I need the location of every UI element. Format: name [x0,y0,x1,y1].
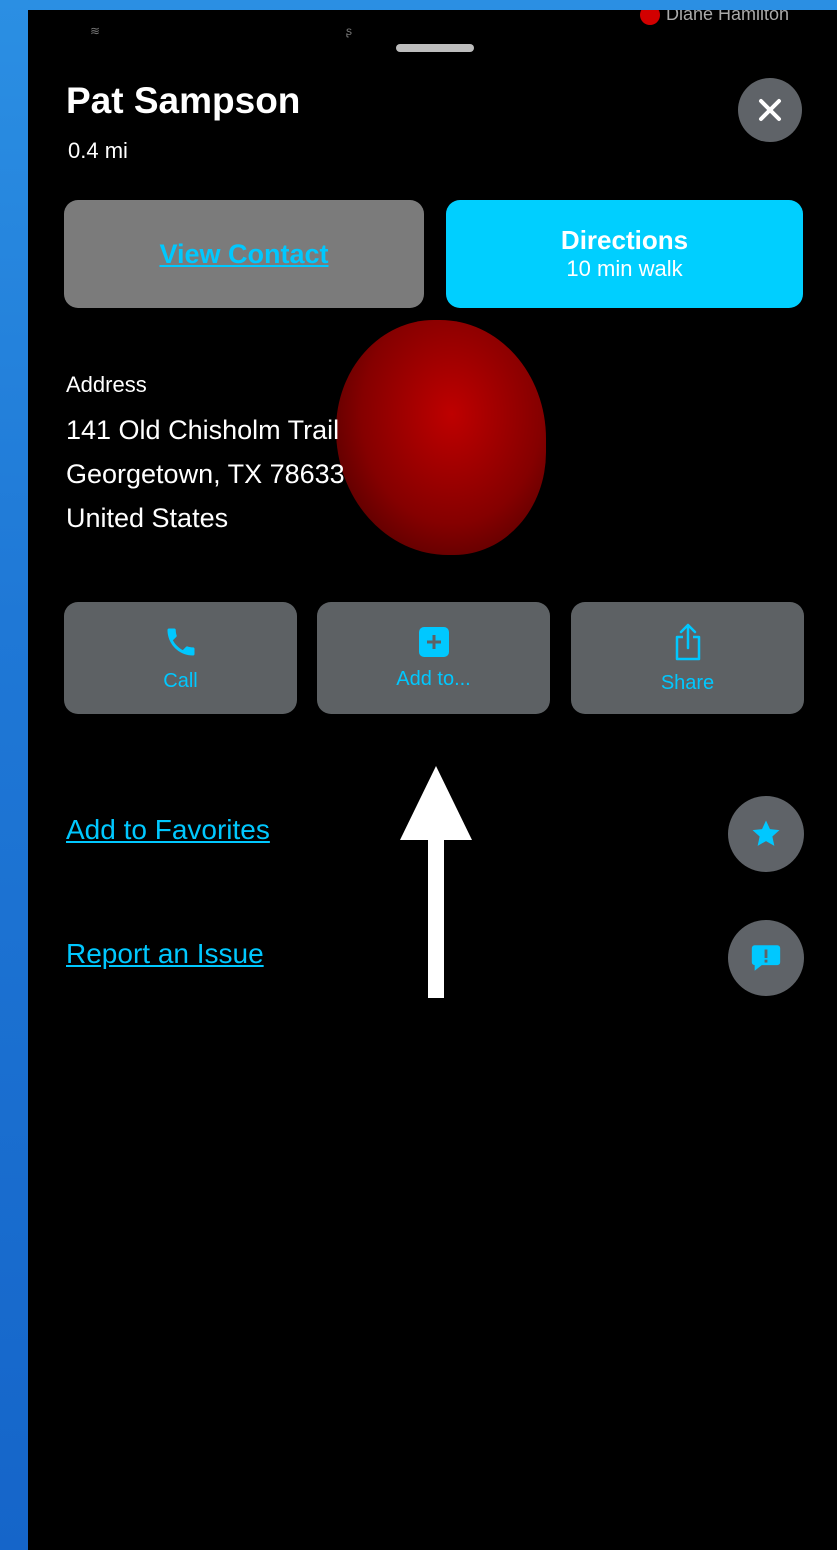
report-issue-link[interactable]: Report an Issue [66,938,264,970]
report-bubble-icon [751,945,781,971]
annotation-arrow-icon [400,766,472,998]
sheet-grabber[interactable] [396,44,474,52]
address-line-2: Georgetown, TX 78633 [66,459,345,489]
add-to-favorites-link[interactable]: Add to Favorites [66,814,270,846]
star-icon [752,820,780,846]
red-pin-icon [640,10,660,25]
favorites-icon-button[interactable] [728,796,804,872]
add-to-label: Add to... [396,667,471,690]
phone-icon [167,628,194,655]
top-right-label-text: Diane Hamilton [666,10,790,24]
address-heading: Address [66,372,147,397]
view-contact-label: View Contact [159,238,329,269]
place-title: Pat Sampson [66,80,301,121]
status-glyph-mid: ʂ [346,24,352,38]
address-block: Address 141 Old Chisholm Trail Georgetow… [66,372,345,540]
address-line-1: 141 Old Chisholm Trail [66,415,340,445]
address-line-3: United States [66,503,229,533]
status-glyph-left: ≋ [90,24,101,38]
directions-button[interactable]: Directions 10 min walk [446,200,803,308]
action-row: Call Add to... Share [64,602,804,714]
add-to-button[interactable]: Add to... [317,602,550,714]
report-icon-button[interactable] [728,920,804,996]
call-button[interactable]: Call [64,602,297,714]
close-icon [759,99,781,121]
share-icon [675,623,700,660]
directions-label: Directions [560,225,689,255]
place-distance: 0.4 mi [68,138,128,163]
place-card-sheet: ≋ ʂ Diane Hamilton Pat Sampson 0.4 mi Vi… [28,10,837,1550]
close-button[interactable] [738,78,802,142]
top-right-label: Diane Hamilton [640,10,789,25]
share-button[interactable]: Share [571,602,804,714]
plus-square-icon [418,626,449,657]
call-label: Call [163,669,198,692]
directions-eta: 10 min walk [566,256,683,281]
touch-highlight [336,320,546,555]
share-label: Share [660,671,715,694]
view-contact-button[interactable]: View Contact [64,200,424,308]
